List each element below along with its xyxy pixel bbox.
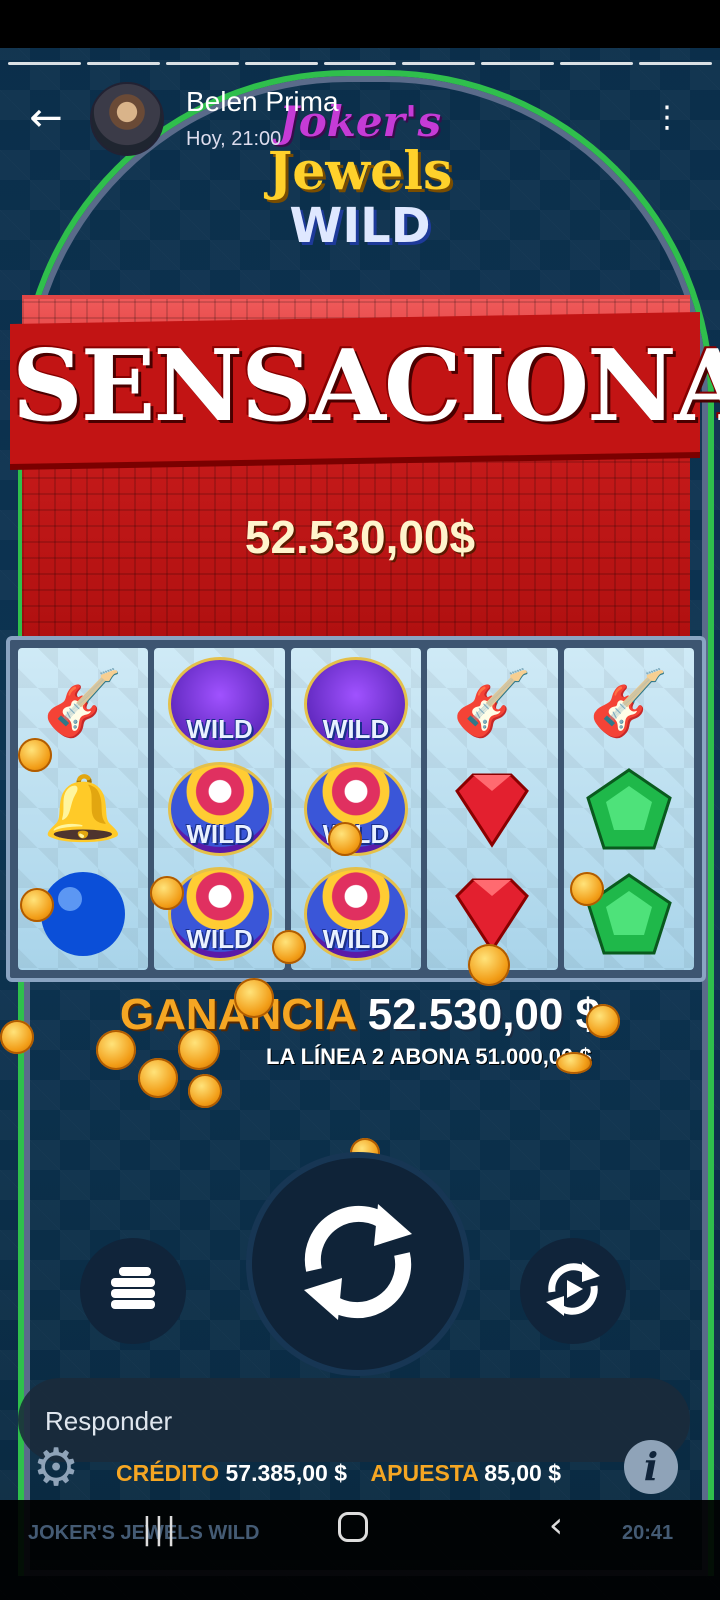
coin-icon [570,872,604,906]
reply-placeholder[interactable]: Responder [45,1406,172,1437]
story-screen: ← Joker's Jewels WILD Belen Prima Hoy, 2… [0,0,720,1600]
story-progress-bars [8,62,713,66]
autoplay-button[interactable] [520,1238,626,1344]
recents-icon[interactable]: ||| [140,1510,180,1550]
spin-icon [278,1182,438,1346]
story-segment [8,62,81,65]
mandolin-icon: 🎸 [588,667,669,742]
reels-grid: 🎸 🔔 WILD WILD WILD WILD WILD WILD 🎸 🎸 [6,636,706,982]
reel-3: WILD WILD WILD [290,648,422,970]
bet-settings-button[interactable] [80,1238,186,1344]
arrow-left-icon[interactable]: ← [24,96,68,140]
coin-icon [96,1030,136,1070]
coin-icon [150,876,184,910]
status-bar-area [0,0,720,48]
wild-label: WILD [322,923,390,954]
wild-label: WILD [322,714,390,745]
wild-label: WILD [186,714,253,745]
game-clock: 20:41 [622,1522,674,1544]
credit-value: 57.385,00 $ [225,1460,347,1486]
story-user-name[interactable]: Belen Prima [186,86,339,118]
coin-icon [272,930,306,964]
wild-purple-icon: WILD [297,655,415,753]
coin-icon [0,1020,34,1054]
coin-icon [328,822,362,856]
coin-icon [468,944,510,986]
chevron-left-icon[interactable]: ‹ [536,1506,576,1546]
win-banner-text: SENSACIONAL! [12,329,720,444]
coin-icon [20,888,54,922]
story-segment [86,62,160,65]
wild-joker-icon: WILD [297,865,415,963]
wild-label: WILD [186,818,253,849]
green-gem-icon [570,760,688,858]
logo-line-3: WILD [289,198,431,254]
bell-icon: 🔔 [43,771,124,846]
story-timestamp: Hoy, 21:00 [186,128,282,150]
story-segment [639,62,713,65]
bet-value: 85,00 $ [484,1460,562,1486]
story-segment [402,62,476,65]
credit-label: CRÉDITO [116,1460,220,1486]
info-icon[interactable]: i [624,1440,678,1494]
coin-icon [234,978,274,1018]
avatar[interactable] [90,82,164,156]
gear-icon[interactable]: ⚙ [30,1442,82,1494]
story-segment [481,62,555,65]
coin-stack-icon [107,1266,159,1316]
home-icon[interactable] [338,1512,368,1542]
more-vertical-icon[interactable]: ⋮ [652,98,682,138]
mandolin-icon: 🎸 [452,667,533,742]
winnings-value: 52.530,00 $ [367,990,601,1039]
bet-label: APUESTA [370,1460,478,1486]
wild-joker-icon: WILD [161,760,279,858]
coin-icon [586,1004,620,1038]
logo-line-2: Jewels [267,141,453,202]
win-amount: 52.530,00$ [244,511,476,563]
wild-label: WILD [186,923,253,954]
spin-button[interactable] [252,1158,464,1370]
credit-bet-row: CRÉDITO 57.385,00 $ APUESTA 85,00 $ [116,1460,579,1487]
reel-2: WILD WILD WILD [154,648,285,970]
coin-icon [556,1052,592,1074]
reel-4: 🎸 [427,648,558,970]
coin-icon [18,738,52,772]
red-gem-icon [433,760,551,858]
autoplay-icon [538,1254,608,1328]
coin-icon [138,1058,178,1098]
story-segment [244,62,318,65]
coin-icon [178,1028,220,1070]
story-segment [323,62,397,65]
wild-purple-icon: WILD [161,655,279,753]
reel-5: 🎸 [563,648,695,970]
game-logo: Joker's Jewels WILD [250,100,470,280]
line-pays-text: LA LÍNEA 2 ABONA 51.000,00 $ [266,1044,592,1069]
coin-icon [188,1074,222,1108]
story-segment [560,62,634,65]
story-segment [165,62,239,65]
